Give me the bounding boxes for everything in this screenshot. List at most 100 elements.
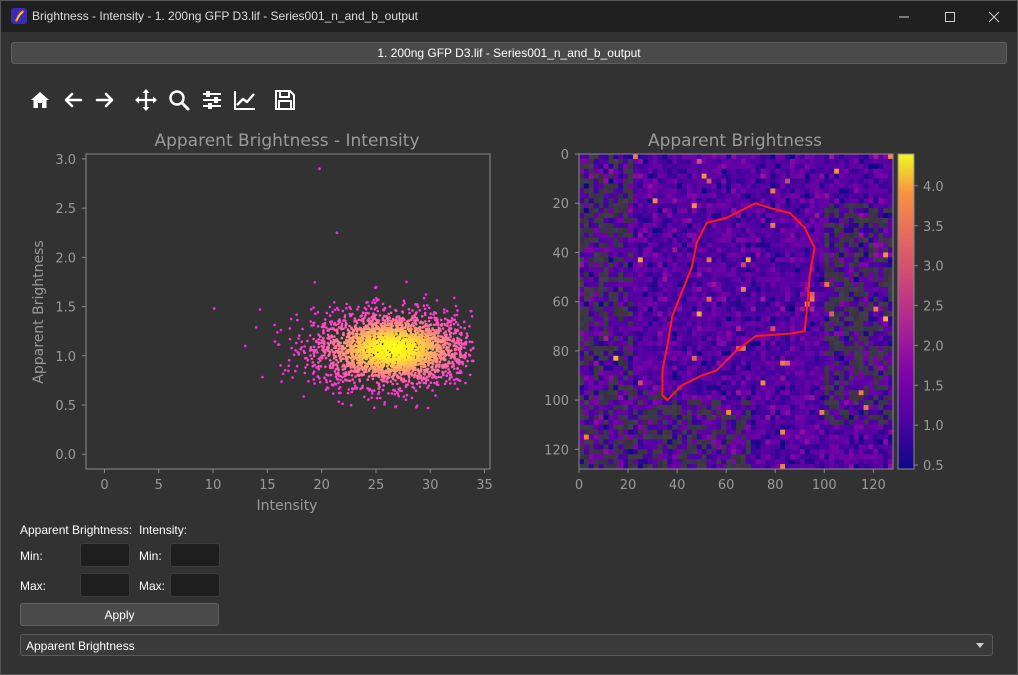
heatmap-cell bbox=[632, 222, 639, 229]
heatmap-cell bbox=[593, 154, 599, 160]
heatmap-cell bbox=[608, 281, 614, 288]
heatmap-cell bbox=[721, 178, 727, 184]
heatmap-cell bbox=[613, 257, 619, 263]
heatmap-cell bbox=[839, 301, 845, 307]
forward-button[interactable] bbox=[90, 85, 120, 115]
heatmap-cell bbox=[583, 208, 590, 214]
heatmap-cell bbox=[613, 227, 619, 234]
heatmap-cell bbox=[672, 291, 678, 298]
heatmap-cell bbox=[745, 237, 752, 243]
heatmap-cell bbox=[785, 227, 791, 234]
scatter-point bbox=[339, 341, 342, 345]
heatmap-cell bbox=[647, 272, 653, 278]
heatmap-cell bbox=[618, 154, 624, 160]
heatmap-cell bbox=[809, 154, 815, 160]
scatter-point bbox=[392, 388, 395, 392]
heatmap-cell bbox=[682, 262, 688, 268]
configure-subplots-button[interactable] bbox=[197, 85, 227, 115]
heatmap-cell bbox=[760, 222, 766, 229]
scatter-point bbox=[424, 293, 428, 296]
heatmap-cell bbox=[731, 154, 737, 160]
heatmap-cell bbox=[598, 296, 604, 302]
heatmap-cell bbox=[760, 158, 766, 165]
scatter-point bbox=[339, 386, 342, 389]
heatmap-cell bbox=[613, 296, 619, 302]
heatmap-cell bbox=[765, 301, 771, 307]
scatter-point bbox=[447, 360, 451, 364]
heatmap-cell bbox=[839, 227, 845, 234]
minimize-button[interactable] bbox=[881, 1, 927, 32]
dataset-header-button[interactable]: 1. 200ng GFP D3.lif - Series001_n_and_b_… bbox=[11, 42, 1007, 64]
heatmap-cell bbox=[873, 217, 879, 224]
scatter-point bbox=[405, 340, 408, 343]
heatmap-cell bbox=[598, 217, 604, 224]
heatmap-cell bbox=[731, 272, 737, 278]
heatmap-cell bbox=[848, 222, 855, 229]
heatmap-cell bbox=[755, 173, 761, 179]
heatmap-cell bbox=[618, 237, 624, 243]
scatter-point bbox=[321, 357, 324, 360]
heatmap-cell bbox=[760, 247, 766, 253]
scatter-point bbox=[386, 320, 390, 323]
figure-canvas[interactable]: Apparent Brightness - Intensity 0 5 10 15 20… bbox=[1, 121, 1017, 521]
heatmap-cell bbox=[843, 262, 850, 268]
zoom-icon bbox=[169, 90, 190, 111]
heatmap-cell bbox=[628, 222, 634, 229]
heatmap-cell bbox=[814, 227, 820, 234]
save-figure-button[interactable] bbox=[270, 85, 300, 115]
back-button[interactable] bbox=[58, 85, 88, 115]
heatmap-cell bbox=[839, 198, 845, 204]
scatter-point bbox=[335, 358, 338, 362]
edit-axes-button[interactable] bbox=[230, 85, 260, 115]
heatmap-cell bbox=[711, 257, 717, 263]
close-button[interactable] bbox=[971, 1, 1017, 32]
heatmap-cell bbox=[760, 198, 766, 204]
heatmap-cell bbox=[760, 227, 766, 234]
scatter-point bbox=[449, 382, 452, 385]
heatmap-cell bbox=[848, 242, 855, 248]
heatmap-cell bbox=[824, 252, 830, 258]
heatmap-cell bbox=[750, 158, 756, 165]
heatmap-cell bbox=[628, 286, 634, 293]
heatmap-cell bbox=[839, 291, 845, 298]
heatmap-cell bbox=[873, 296, 879, 302]
heatmap-cell bbox=[686, 281, 693, 288]
zoom-button[interactable] bbox=[164, 85, 194, 115]
heatmap-cell bbox=[706, 232, 712, 238]
heatmap-cell bbox=[598, 158, 604, 165]
scatter-point bbox=[291, 376, 294, 379]
scatter-point bbox=[419, 374, 423, 378]
heatmap-cell bbox=[623, 257, 629, 263]
heatmap-cell bbox=[819, 242, 825, 248]
maximize-button[interactable] bbox=[927, 1, 973, 32]
heatmap-cell bbox=[868, 227, 874, 234]
heatmap-cell bbox=[588, 291, 595, 298]
heatmap-cell bbox=[736, 301, 742, 307]
scatter-point bbox=[469, 310, 472, 313]
home-button[interactable] bbox=[25, 85, 55, 115]
heatmap-cell bbox=[711, 301, 717, 307]
scatter-point bbox=[427, 373, 431, 376]
heatmap-cell bbox=[652, 267, 658, 273]
scatter-point bbox=[435, 299, 439, 302]
heatmap-cell bbox=[814, 232, 820, 238]
heatmap-cell bbox=[883, 237, 889, 243]
heatmap-cell bbox=[579, 267, 585, 273]
heatmap-cell bbox=[765, 188, 771, 194]
scatter-point bbox=[441, 343, 445, 347]
heatmap-cell bbox=[632, 281, 639, 288]
scatter-point bbox=[341, 402, 344, 406]
heatmap-cell bbox=[760, 277, 766, 283]
heatmap-cell bbox=[819, 232, 825, 238]
heatmap-cell bbox=[829, 213, 835, 219]
heatmap-cell bbox=[765, 286, 771, 293]
heatmap-cell bbox=[642, 168, 648, 174]
pan-button[interactable] bbox=[131, 85, 161, 115]
heatmap-cell bbox=[677, 203, 683, 209]
heatmap-cell bbox=[765, 281, 771, 288]
scatter-point bbox=[349, 403, 353, 407]
title-bar[interactable]: Brightness - Intensity - 1. 200ng GFP D3… bbox=[1, 1, 1017, 32]
heatmap-cell bbox=[657, 247, 663, 253]
heatmap-cell bbox=[863, 188, 869, 194]
heatmap-cell bbox=[623, 277, 629, 283]
